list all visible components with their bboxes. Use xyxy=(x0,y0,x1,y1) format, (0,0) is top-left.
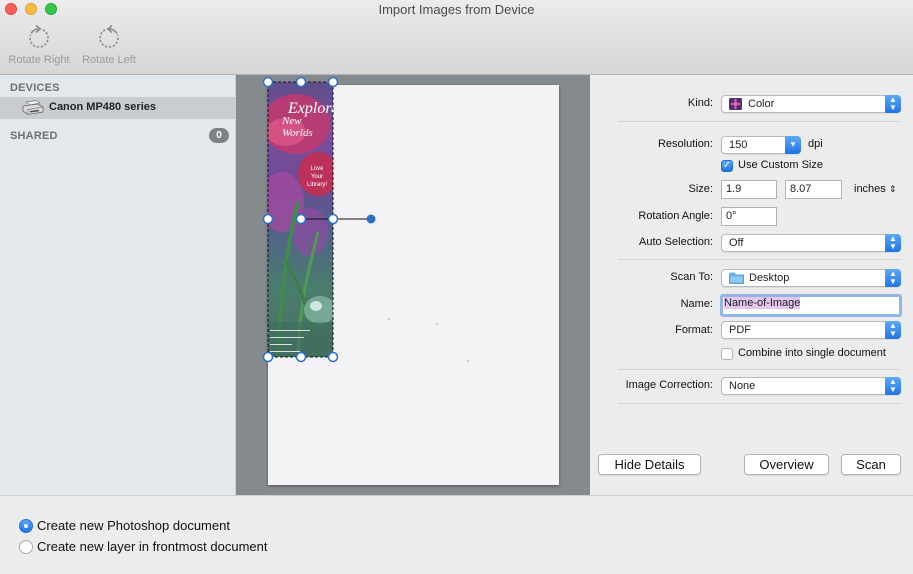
hide-details-button[interactable]: Hide Details xyxy=(598,454,701,475)
new-layer-label: Create new layer in frontmost document xyxy=(37,539,268,554)
new-document-radio[interactable] xyxy=(19,519,33,533)
use-custom-size-label: Use Custom Size xyxy=(738,159,823,171)
up-down-arrows-icon: ⇕ xyxy=(888,184,897,194)
size-unit-popup[interactable]: inches ⇕ xyxy=(854,183,904,195)
resize-handle[interactable] xyxy=(262,213,274,225)
popup-arrows-icon: ▲ ▼ xyxy=(885,377,901,395)
divider xyxy=(618,369,900,370)
divider xyxy=(618,403,900,404)
size-width-field[interactable]: 1.9 xyxy=(721,180,777,199)
resize-handle[interactable] xyxy=(327,76,339,88)
rotation-angle-field[interactable]: 0° xyxy=(721,207,777,226)
popup-arrows-icon: ▲ ▼ xyxy=(885,321,901,339)
combine-document-checkbox[interactable] xyxy=(721,348,733,360)
format-label: Format: xyxy=(675,324,713,336)
import-options-bar xyxy=(0,495,913,574)
image-correction-popup[interactable]: None ▲ ▼ xyxy=(721,377,901,395)
resize-handle[interactable] xyxy=(295,76,307,88)
color-photo-icon xyxy=(729,98,742,110)
kind-popup[interactable]: Color ▲ ▼ xyxy=(721,95,901,113)
auto-selection-popup[interactable]: Off ▲ ▼ xyxy=(721,234,901,252)
divider xyxy=(618,121,900,122)
size-height-field[interactable]: 8.07 xyxy=(785,180,842,199)
resize-handle[interactable] xyxy=(327,213,339,225)
scan-to-label: Scan To: xyxy=(670,271,713,283)
scan-to-popup[interactable]: Desktop ▲ ▼ xyxy=(721,269,901,287)
folder-icon xyxy=(729,272,744,284)
popup-arrows-icon: ▲ ▼ xyxy=(885,95,901,113)
name-label: Name: xyxy=(680,298,713,310)
size-unit-value: inches xyxy=(854,183,886,195)
image-correction-value: None xyxy=(729,380,756,392)
kind-value: Color xyxy=(748,98,775,110)
resize-handle[interactable] xyxy=(327,351,339,363)
new-document-label: Create new Photoshop document xyxy=(37,518,230,533)
name-value: Name-of-Image xyxy=(724,297,801,309)
format-popup[interactable]: PDF ▲ ▼ xyxy=(721,321,901,339)
rotation-angle-label: Rotation Angle: xyxy=(638,210,713,222)
resize-handle[interactable] xyxy=(262,76,274,88)
image-correction-label: Image Correction: xyxy=(625,379,713,391)
auto-selection-value: Off xyxy=(729,237,744,249)
combine-document-label: Combine into single document xyxy=(738,347,886,359)
resolution-combo[interactable]: 150 ▾ xyxy=(721,136,801,154)
center-handle[interactable] xyxy=(295,213,307,225)
resize-handle[interactable] xyxy=(262,351,274,363)
chevron-down-icon: ▾ xyxy=(785,136,801,154)
auto-selection-label: Auto Selection: xyxy=(639,236,713,248)
rotation-handle[interactable] xyxy=(366,214,376,224)
resize-handle[interactable] xyxy=(295,351,307,363)
divider xyxy=(618,259,900,260)
new-layer-radio[interactable] xyxy=(19,540,33,554)
name-field[interactable]: Name-of-Image xyxy=(720,294,902,317)
format-value: PDF xyxy=(729,324,751,336)
scan-to-value: Desktop xyxy=(749,272,790,284)
kind-label: Kind: xyxy=(687,97,713,109)
overview-button[interactable]: Overview xyxy=(744,454,829,475)
scan-button[interactable]: Scan xyxy=(841,454,901,475)
size-label: Size: xyxy=(688,183,713,195)
popup-arrows-icon: ▲ ▼ xyxy=(885,269,901,287)
resolution-label: Resolution: xyxy=(657,138,713,150)
use-custom-size-checkbox[interactable]: ✓ xyxy=(721,160,733,172)
resolution-value: 150 xyxy=(729,139,748,151)
resolution-unit: dpi xyxy=(808,138,823,150)
popup-arrows-icon: ▲ ▼ xyxy=(885,234,901,252)
